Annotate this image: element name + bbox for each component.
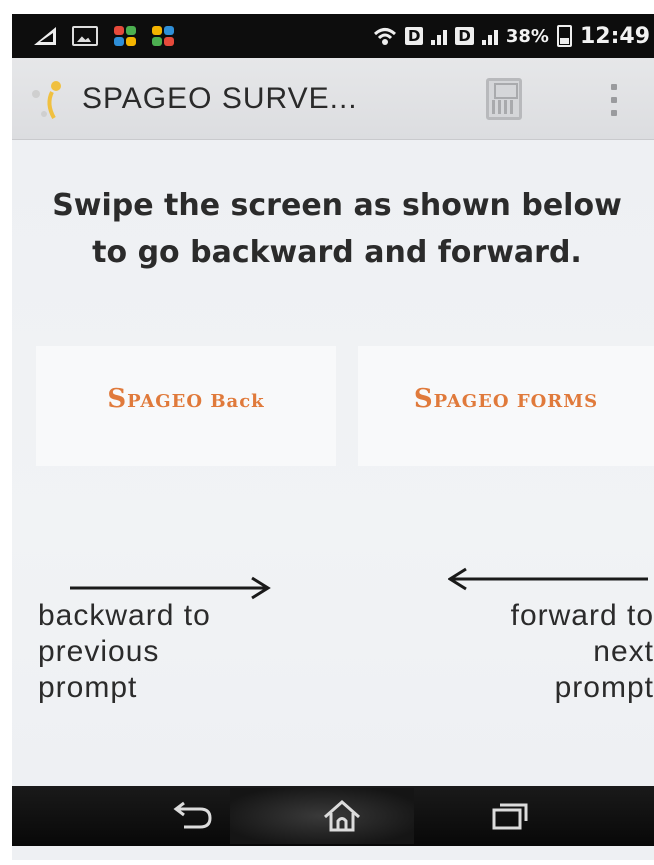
signal-icon <box>34 27 56 45</box>
backward-hint-line: prompt <box>38 671 138 704</box>
back-caption: SPAGEO Back <box>36 384 336 414</box>
forward-hint-line: next <box>593 635 654 668</box>
navigation-bar <box>12 786 654 846</box>
app-logo-icon[interactable] <box>12 58 82 140</box>
signal-bars-icon <box>431 27 448 45</box>
recent-apps-icon <box>492 803 528 830</box>
swipe-left-arrow-icon <box>448 567 648 591</box>
battery-icon <box>556 25 572 47</box>
mobile-data-icon: D <box>404 27 424 45</box>
forward-caption-initial: S <box>413 384 434 414</box>
forward-hint-line: forward to <box>510 599 654 632</box>
mobile-data-icon: D <box>455 27 474 45</box>
app-dots-icon <box>152 26 174 46</box>
signal-bars-icon <box>481 27 498 45</box>
recent-apps-button[interactable] <box>480 794 540 838</box>
app-dots-icon <box>114 26 136 46</box>
backward-hint-line: backward to <box>38 599 211 632</box>
back-panel: SPAGEO Back <box>36 346 336 466</box>
phone-screen: D D 38% 12:49 SPAGEO SURVE... Swipe the … <box>12 14 654 860</box>
home-icon <box>324 799 360 832</box>
status-bar: D D 38% 12:49 <box>12 14 654 58</box>
back-caption-rest: PAGEO Back <box>127 391 265 412</box>
back-icon <box>173 801 212 829</box>
back-button[interactable] <box>162 794 222 838</box>
home-button[interactable] <box>312 794 372 838</box>
forward-caption: SPAGEO FORMS <box>358 384 654 414</box>
wifi-icon <box>373 28 396 45</box>
battery-percent: 38% <box>505 25 549 47</box>
backward-hint: backward to previous prompt <box>38 598 318 706</box>
overflow-menu-icon[interactable] <box>602 80 626 120</box>
image-icon <box>72 26 98 46</box>
swipe-instruction-text: Swipe the screen as shown below to go ba… <box>52 188 622 270</box>
app-title: SPAGEO SURVE... <box>82 81 358 115</box>
swipe-right-arrow-icon <box>70 576 271 600</box>
forward-panel: SPAGEO FORMS <box>358 346 654 466</box>
forward-hint: forward to next prompt <box>392 598 654 706</box>
forward-hint-line: prompt <box>554 671 654 704</box>
action-bar: SPAGEO SURVE... <box>12 58 654 140</box>
back-caption-initial: S <box>107 384 128 414</box>
forward-caption-rest: PAGEO FORMS <box>433 391 599 412</box>
save-icon[interactable] <box>486 78 522 120</box>
clock: 12:49 <box>579 23 650 49</box>
backward-hint-line: previous <box>38 635 160 668</box>
